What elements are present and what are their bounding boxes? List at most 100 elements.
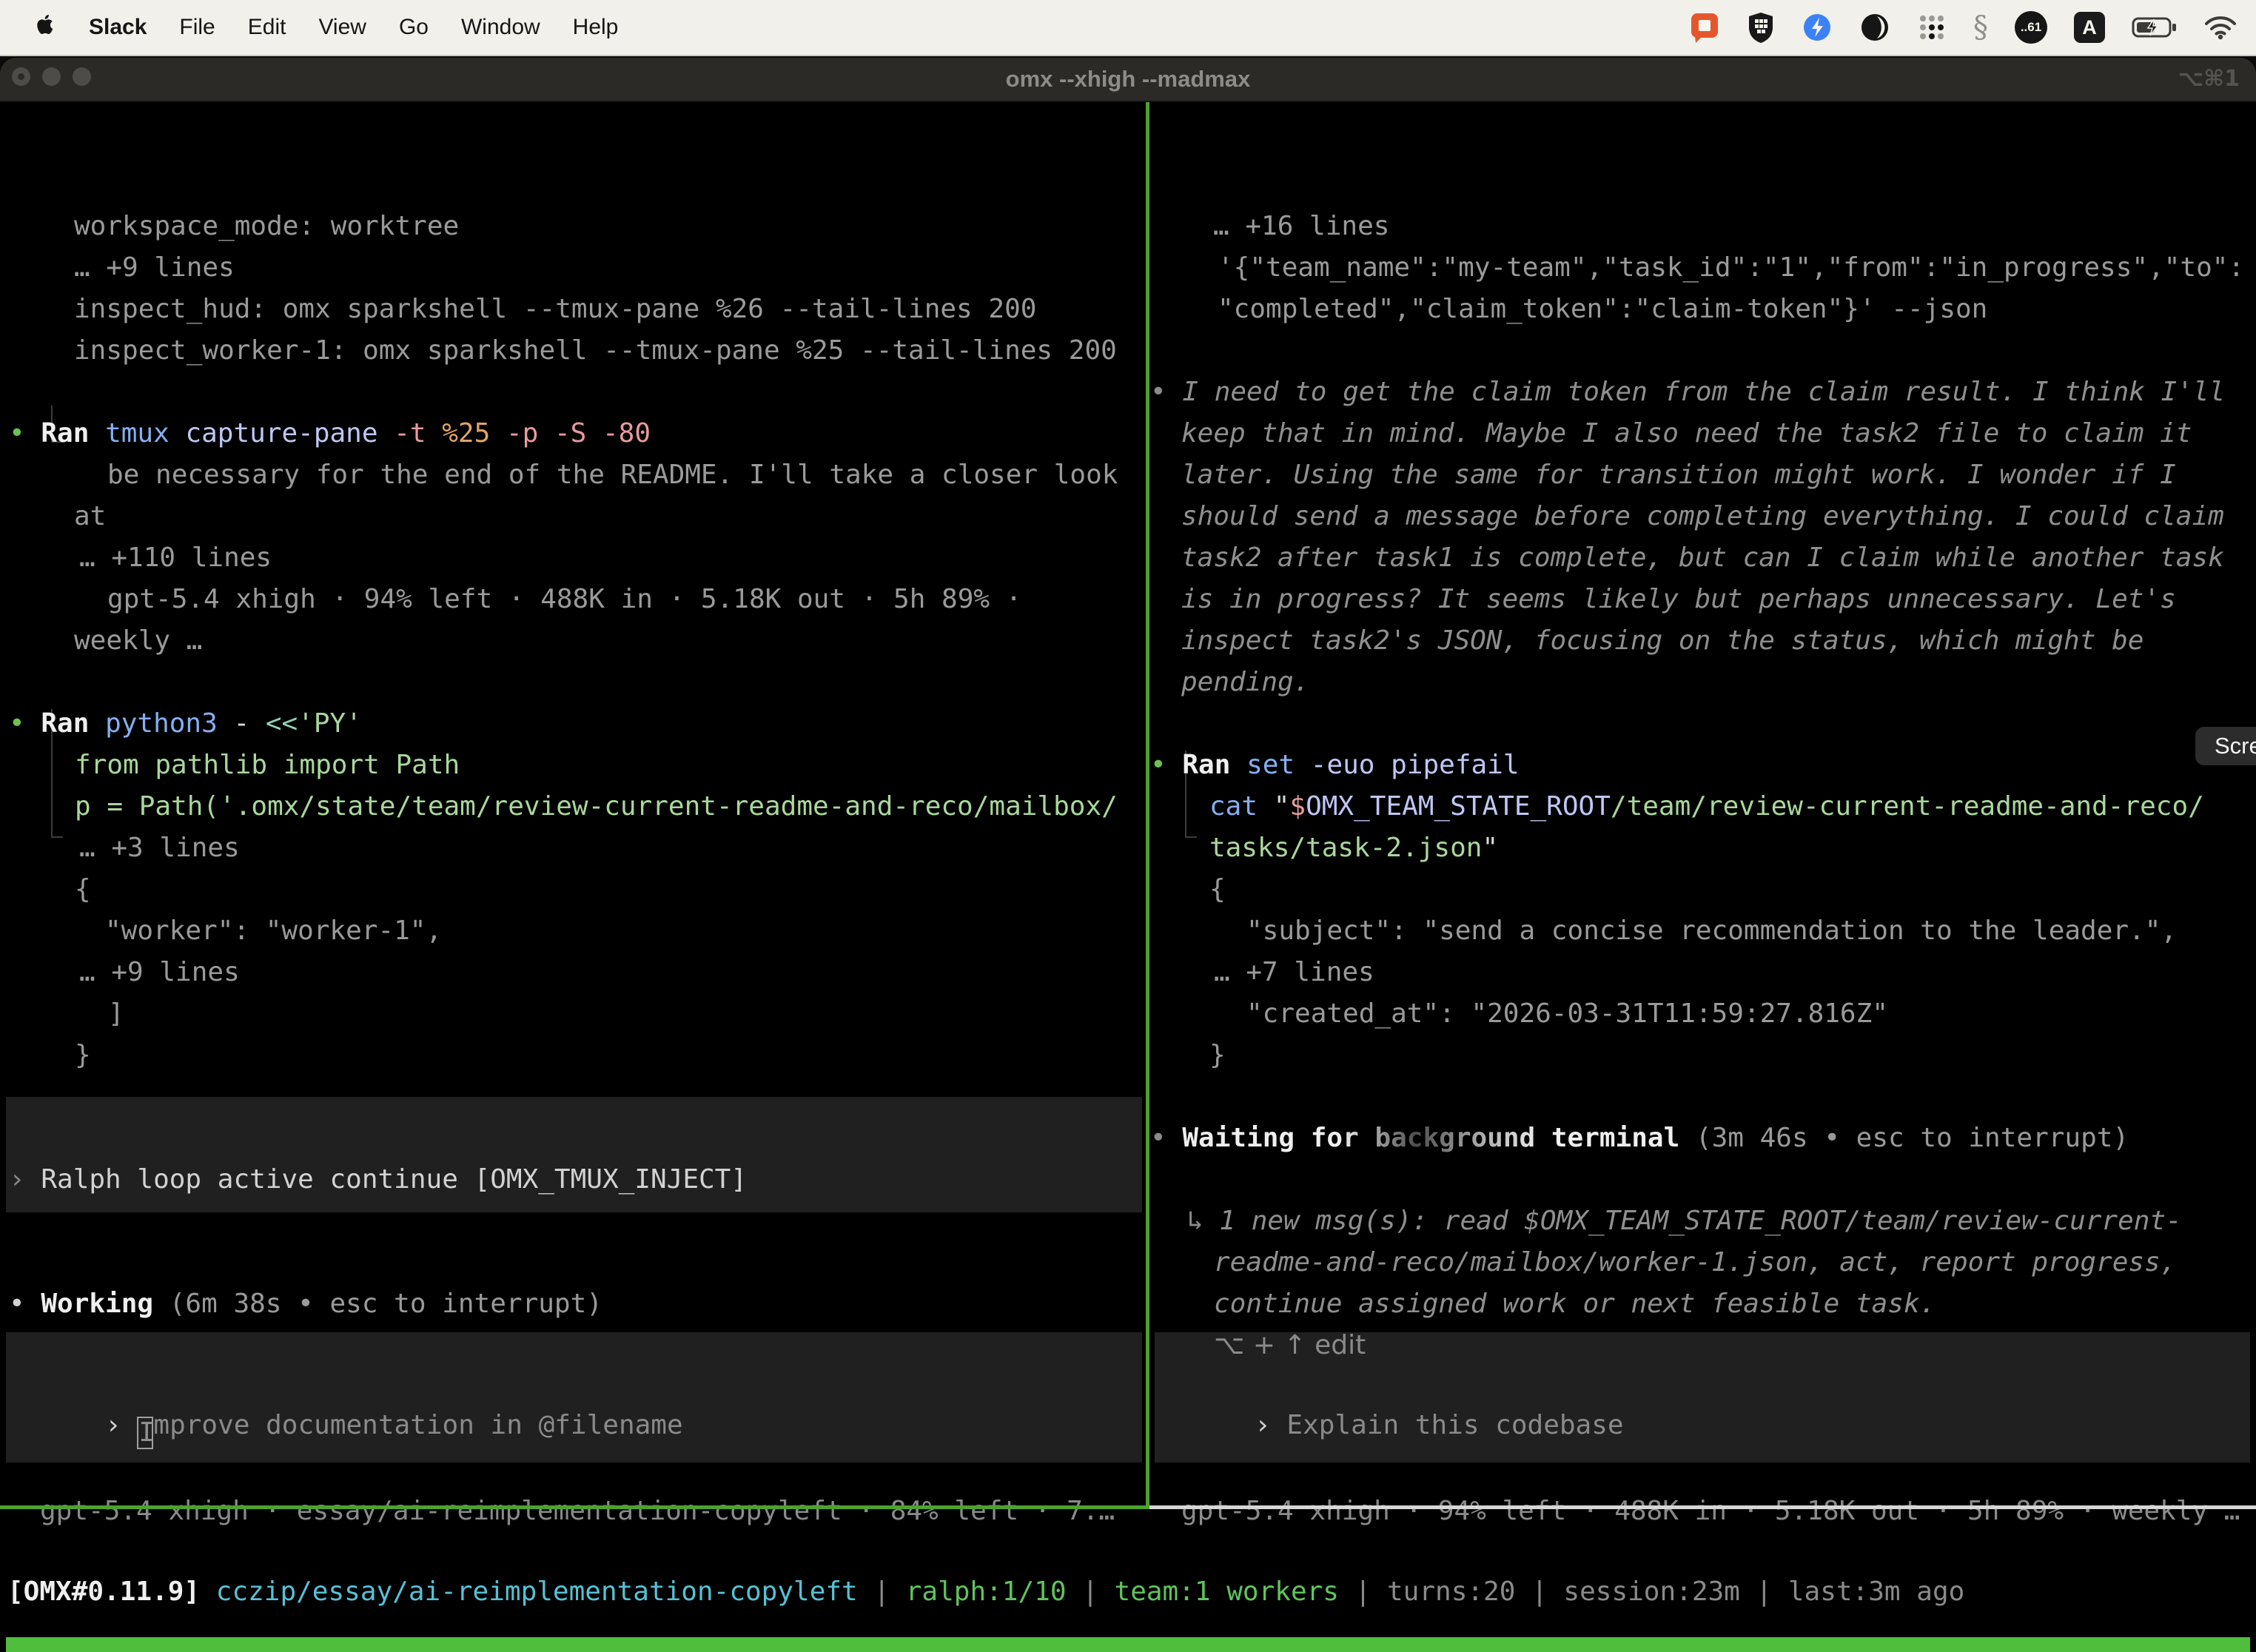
terminal-text-segment: be necessary for the end of the README. …	[107, 460, 1118, 490]
pane-divider-vertical[interactable]	[1146, 102, 1149, 1505]
terminal-text-segment: set	[1246, 750, 1311, 780]
terminal-text-segment: "completed","claim_token":"claim-token"}…	[1218, 294, 1987, 324]
terminal-text-segment: ]	[108, 998, 124, 1029]
terminal-line: from pathlib import Path	[75, 745, 460, 786]
menu-item-file[interactable]: File	[179, 15, 215, 40]
left-prompt-line[interactable]: › Improve documentation in @filename	[9, 1363, 683, 1405]
contrast-icon[interactable]	[1859, 10, 1890, 45]
terminal-line: ↳ 1 new msg(s): read $OMX_TEAM_STATE_ROO…	[1187, 1201, 2182, 1242]
terminal-text-segment: … +3 lines	[79, 833, 240, 863]
terminal-line: cat "$OMX_TEAM_STATE_ROOT/team/review-cu…	[1209, 786, 2204, 827]
terminal-text-segment: pending.	[1181, 667, 1309, 697]
terminal-text-segment: p = Path('.omx/state/team/review-current…	[75, 791, 1118, 822]
terminal-text-segment: capture-pane	[185, 418, 394, 449]
menu-item-help[interactable]: Help	[573, 15, 619, 40]
terminal-text-segment: weekly …	[74, 625, 202, 656]
terminal-line: … +3 lines	[79, 827, 240, 869]
terminal-text-segment: "worker": "worker-1",	[105, 916, 442, 946]
terminal-text-segment: •	[9, 1289, 41, 1319]
circle-61-label: ..61	[2021, 20, 2041, 35]
terminal-line: … +110 lines	[79, 537, 272, 579]
terminal-line: task2 after task1 is complete, but can I…	[1181, 537, 2224, 579]
battery-charging-icon[interactable]	[2132, 10, 2178, 45]
terminal-line: }	[75, 1035, 91, 1076]
terminal-text-segment: Ran	[1182, 750, 1246, 780]
terminal-text-segment: |	[1339, 1577, 1387, 1607]
terminal-text-segment: inspect_worker-1: omx sparkshell --tmux-…	[74, 335, 1117, 366]
terminal-text-segment: inspect_hud: omx sparkshell --tmux-pane …	[74, 294, 1036, 324]
terminal-line: gpt-5.4 xhigh · 94% left · 488K in · 5.1…	[107, 579, 1021, 620]
badge-bolt-icon[interactable]	[1802, 10, 1833, 45]
terminal-line: gpt-5.4 xhigh · 94% left · 488K in · 5.1…	[1181, 1491, 2240, 1532]
terminal-text-segment: is in progress? It seems likely but perh…	[1181, 584, 2176, 614]
terminal-text-segment: from pathlib import Path	[75, 750, 460, 780]
menu-item-edit[interactable]: Edit	[248, 15, 286, 40]
terminal-line: is in progress? It seems likely but perh…	[1181, 579, 2176, 620]
input-source-label: A	[2082, 16, 2097, 39]
terminal-text-segment: tasks/task-2.json	[1209, 833, 1482, 863]
terminal-line: • I need to get the claim token from the…	[1150, 372, 2225, 413]
terminal-text-segment: (3m 46s • esc to interrupt)	[1679, 1123, 2129, 1153]
terminal-text-segment: {	[75, 874, 91, 904]
menu-item-window[interactable]: Window	[461, 15, 540, 40]
apple-menu-icon[interactable]	[36, 12, 56, 43]
terminal-line: "worker": "worker-1",	[105, 910, 442, 952]
terminal-text-segment: -p	[506, 418, 554, 449]
terminal-text-segment: task2 after task1 is complete, but can I…	[1181, 543, 2224, 573]
circle-61-icon[interactable]: ..61	[2015, 11, 2047, 44]
terminal-text-segment: session:23m	[1563, 1577, 1739, 1607]
terminal-text-segment: /team/review-current-readme-and-reco/	[1611, 791, 2204, 822]
terminal-text-segment: •	[9, 708, 41, 739]
terminal-line: {	[1209, 869, 1226, 910]
terminal-text-segment: $	[1289, 791, 1306, 822]
terminal-text-segment: <<	[266, 708, 298, 739]
terminal-line: tasks/task-2.json"	[1209, 827, 1498, 869]
terminal-text-segment: Ran	[41, 708, 105, 739]
terminal-text-segment: |	[1067, 1577, 1115, 1607]
terminal-line: should send a message before completing …	[1181, 496, 2224, 537]
terminal-text-segment: I need to get the claim token from the c…	[1182, 377, 2225, 407]
terminal-text-segment: … +110 lines	[79, 543, 272, 573]
terminal-text-segment: "subject": "send a concise recommendatio…	[1246, 916, 2177, 946]
terminal-text-segment: continue assigned work or next feasible …	[1214, 1289, 1936, 1319]
squiggle-icon[interactable]: §	[1973, 10, 1988, 45]
wifi-icon[interactable]	[2204, 10, 2237, 45]
terminal-line: '{"team_name":"my-team","task_id":"1","f…	[1218, 247, 2244, 289]
shield-grid-icon[interactable]	[1747, 10, 1775, 45]
indent-guide	[1185, 836, 1197, 838]
terminal-line: • Working (6m 38s • esc to interrupt)	[9, 1283, 602, 1325]
terminal-text-segment: -	[233, 708, 265, 739]
terminal-text-segment: OMX_TEAM_STATE_ROOT	[1306, 791, 1611, 822]
terminal-text-segment: … +9 lines	[79, 957, 240, 987]
terminal-text-segment: python3	[105, 708, 233, 739]
terminal-text-segment: later. Using the same for transition mig…	[1181, 460, 2176, 490]
screen-record-icon[interactable]	[1689, 10, 1720, 45]
terminal-line: "subject": "send a concise recommendatio…	[1246, 910, 2177, 952]
terminal-text-segment: Working	[41, 1289, 153, 1319]
input-source-icon[interactable]: A	[2074, 12, 2105, 43]
menu-item-go[interactable]: Go	[399, 15, 429, 40]
prompt-placeholder: Explain this codebase	[1286, 1410, 1623, 1440]
terminal-text-segment: [OMX#0.11.9]	[7, 1577, 216, 1607]
terminal-text-segment: ↳	[1187, 1206, 1219, 1236]
terminal-text-segment: "	[1482, 833, 1498, 863]
terminal-text-segment: readme-and-reco/mailbox/worker-1.json, a…	[1214, 1247, 2176, 1277]
menu-app-name[interactable]: Slack	[89, 15, 147, 40]
terminal-text-segment: ›	[9, 1164, 41, 1195]
terminal-text-segment: '{"team_name":"my-team","task_id":"1","f…	[1218, 252, 2244, 283]
right-prompt-line[interactable]: › Explain this codebase	[1158, 1363, 1624, 1405]
terminal-text-segment: … +9 lines	[74, 252, 235, 283]
terminal-text-segment: •	[1150, 1123, 1182, 1153]
menu-item-view[interactable]: View	[318, 15, 366, 40]
terminal-content: workspace_mode: worktree … +9 lines inspec…	[0, 102, 2256, 1652]
terminal-line: "completed","claim_token":"claim-token"}…	[1218, 289, 1987, 330]
terminal-text-segment: (6m 38s • esc to interrupt)	[153, 1289, 602, 1319]
terminal-text-segment: cczip/essay/ai-reimplementation-copyleft	[216, 1577, 858, 1607]
dots-grid-icon[interactable]	[1917, 10, 1947, 45]
desktop: { "menu_bar": { "app_name": "Slack", "it…	[0, 0, 2256, 1652]
terminal-text-segment: •	[1150, 377, 1182, 407]
terminal-text-segment: -S	[554, 418, 602, 449]
terminal-text-segment: workspace_mode: worktree	[74, 211, 459, 241]
terminal-line: pending.	[1181, 662, 1309, 703]
terminal-text-segment: 'PY'	[298, 708, 362, 739]
